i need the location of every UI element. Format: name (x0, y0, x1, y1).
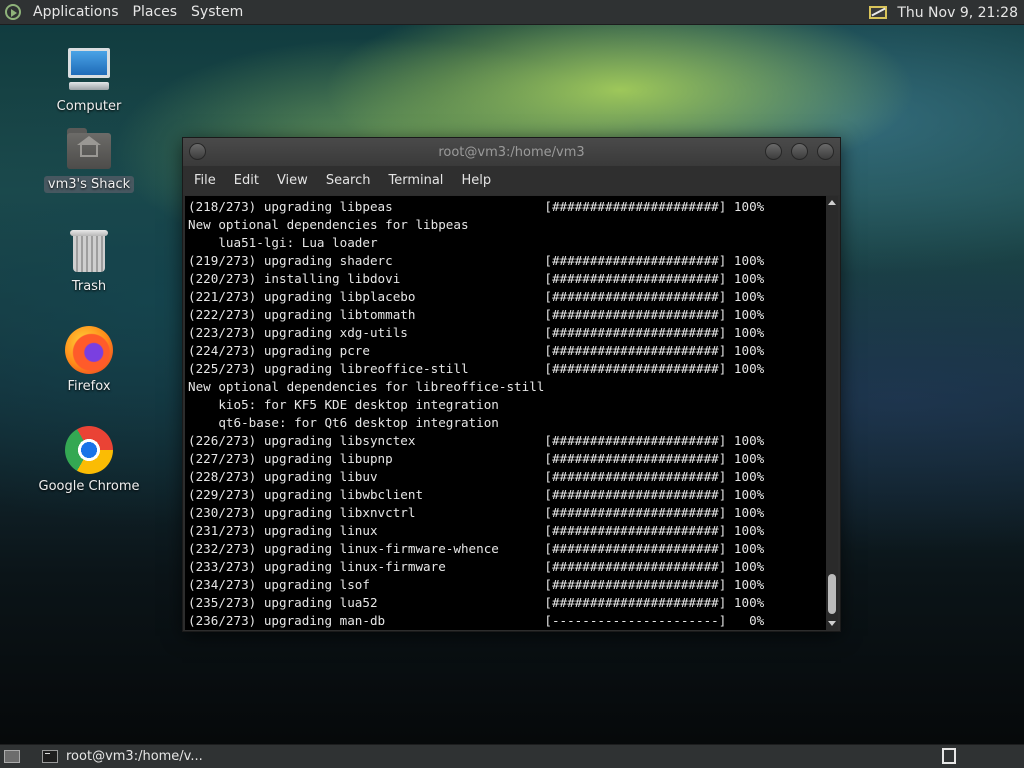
network-status-icon[interactable] (867, 4, 889, 22)
menu-edit[interactable]: Edit (225, 166, 268, 195)
maximize-button[interactable] (791, 143, 808, 160)
desktop-icon-label: Trash (71, 279, 107, 294)
terminal-line: (224/273) upgrading pcre [##############… (188, 343, 765, 358)
terminal-line: (219/273) upgrading shaderc [###########… (188, 253, 765, 268)
clock[interactable]: Thu Nov 9, 21:28 (897, 5, 1024, 21)
terminal-line: (225/273) upgrading libreoffice-still [#… (188, 361, 765, 376)
home-folder-icon (65, 128, 113, 172)
bottom-panel: root@vm3:/home/v... (0, 744, 1024, 768)
desktop-icon-firefox[interactable]: Firefox (34, 326, 144, 395)
terminal-menubar: File Edit View Search Terminal Help (183, 166, 840, 195)
workspace-switcher[interactable] (942, 748, 956, 764)
terminal-scrollbar[interactable] (826, 196, 838, 630)
terminal-line: (226/273) upgrading libsynctex [########… (188, 433, 765, 448)
menu-search[interactable]: Search (317, 166, 380, 195)
applications-menu[interactable]: Applications (26, 0, 126, 25)
terminal-output[interactable]: (218/273) upgrading libpeas [###########… (185, 196, 827, 630)
scroll-up-icon[interactable] (828, 200, 836, 205)
terminal-line: (222/273) upgrading libtommath [########… (188, 307, 765, 322)
scroll-down-icon[interactable] (828, 621, 836, 626)
terminal-window: root@vm3:/home/vm3 File Edit View Search… (182, 137, 841, 632)
desktop-icon-label: Computer (56, 99, 122, 114)
terminal-line: lua51-lgi: Lua loader (188, 235, 378, 250)
scrollbar-thumb[interactable] (828, 574, 836, 614)
system-menu[interactable]: System (184, 0, 250, 25)
terminal-icon (42, 750, 58, 763)
menu-view[interactable]: View (268, 166, 317, 195)
mate-menu-icon[interactable] (0, 0, 26, 25)
terminal-line: (234/273) upgrading lsof [##############… (188, 577, 765, 592)
menu-terminal[interactable]: Terminal (379, 166, 452, 195)
terminal-line: (220/273) installing libdovi [##########… (188, 271, 765, 286)
desktop-icon-trash[interactable]: Trash (34, 228, 144, 295)
taskbar-button-label: root@vm3:/home/v... (66, 749, 203, 764)
desktop-icon-chrome[interactable]: Google Chrome (34, 426, 144, 495)
firefox-icon (65, 326, 113, 374)
terminal-line: kio5: for KF5 KDE desktop integration (188, 397, 499, 412)
menu-help[interactable]: Help (452, 166, 500, 195)
desktop-icon-home-folder[interactable]: vm3's Shack (34, 128, 144, 193)
desktop-icon-label: Google Chrome (38, 479, 140, 494)
taskbar-button-terminal[interactable]: root@vm3:/home/v... (36, 746, 216, 768)
terminal-line: (232/273) upgrading linux-firmware-whenc… (188, 541, 765, 556)
terminal-line: (229/273) upgrading libwbclient [#######… (188, 487, 765, 502)
desktop-icon-label: Firefox (67, 379, 111, 394)
window-menu-button[interactable] (189, 143, 206, 160)
terminal-line: New optional dependencies for libreoffic… (188, 379, 545, 394)
terminal-line: (233/273) upgrading linux-firmware [####… (188, 559, 765, 574)
menu-file[interactable]: File (185, 166, 225, 195)
terminal-line: (218/273) upgrading libpeas [###########… (188, 199, 765, 214)
window-titlebar[interactable]: root@vm3:/home/vm3 (183, 138, 840, 166)
top-panel: Applications Places System Thu Nov 9, 21… (0, 0, 1024, 25)
terminal-line: (227/273) upgrading libupnp [###########… (188, 451, 765, 466)
show-desktop-button[interactable] (0, 746, 24, 768)
chrome-icon (65, 426, 113, 474)
terminal-line: (228/273) upgrading libuv [#############… (188, 469, 765, 484)
terminal-line: (236/273) upgrading man-db [------------… (188, 613, 765, 628)
show-desktop-icon (4, 750, 20, 763)
terminal-line: (223/273) upgrading xdg-utils [#########… (188, 325, 765, 340)
computer-icon (65, 46, 113, 94)
terminal-line: New optional dependencies for libpeas (188, 217, 469, 232)
close-button[interactable] (817, 143, 834, 160)
terminal-line: (221/273) upgrading libplacebo [########… (188, 289, 765, 304)
terminal-line: (231/273) upgrading linux [#############… (188, 523, 765, 538)
minimize-button[interactable] (765, 143, 782, 160)
desktop-icon-label: vm3's Shack (43, 176, 135, 193)
terminal-line: (230/273) upgrading libxnvctrl [########… (188, 505, 765, 520)
desktop-icon-computer[interactable]: Computer (34, 46, 144, 115)
terminal-line: (235/273) upgrading lua52 [#############… (188, 595, 765, 610)
places-menu[interactable]: Places (126, 0, 185, 25)
window-title: root@vm3:/home/vm3 (438, 144, 585, 160)
terminal-line: qt6-base: for Qt6 desktop integration (188, 415, 499, 430)
trash-icon (69, 228, 109, 274)
